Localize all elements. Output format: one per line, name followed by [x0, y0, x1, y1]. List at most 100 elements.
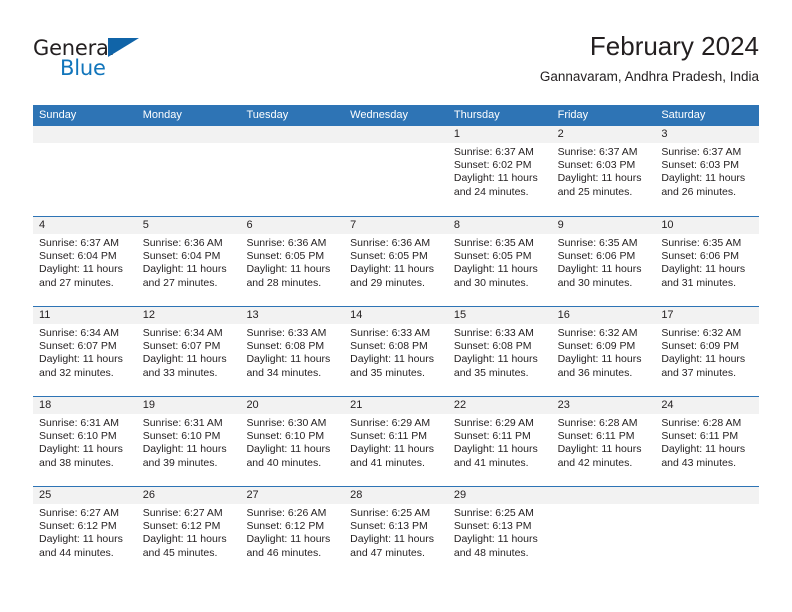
day-number-band: [344, 126, 448, 143]
day-number-band: 25: [33, 487, 137, 504]
day-number: 12: [142, 309, 155, 321]
day-cell[interactable]: 26 Sunrise: 6:27 AM Sunset: 6:12 PM Dayligh…: [136, 487, 241, 576]
weekday-header-row: Sunday Monday Tuesday Wednesday Thursday Frid…: [33, 105, 759, 126]
day-cell[interactable]: 28 Sunrise: 6:25 AM Sunset: 6:13 PM Dayligh…: [344, 487, 448, 576]
day-number-band: [33, 126, 137, 143]
daylight-text-line2: and 41 minutes.: [350, 456, 425, 469]
weekday-header-friday: Friday: [557, 109, 589, 121]
calendar-week-row: 1 Sunrise: 6:37 AM Sunset: 6:02 PM Daylight…: [33, 126, 760, 216]
day-cell[interactable]: 25 Sunrise: 6:27 AM Sunset: 6:12 PM Dayligh…: [33, 487, 137, 576]
daylight-text-line1: Daylight: 11 hours: [453, 353, 538, 366]
day-cell[interactable]: 11 Sunrise: 6:34 AM Sunset: 6:07 PM Dayligh…: [33, 307, 137, 396]
day-number: 16: [557, 309, 570, 321]
weekday-header-monday: Monday: [142, 109, 182, 121]
day-cell[interactable]: 18 Sunrise: 6:31 AM Sunset: 6:10 PM Dayligh…: [33, 397, 137, 486]
day-cell[interactable]: 24 Sunrise: 6:28 AM Sunset: 6:11 PM Dayligh…: [655, 397, 760, 486]
day-cell[interactable]: 2 Sunrise: 6:37 AM Sunset: 6:03 PM Daylight…: [551, 126, 656, 216]
day-number-band: 12: [136, 307, 241, 324]
day-number: 23: [557, 399, 570, 411]
day-cell[interactable]: 12 Sunrise: 6:34 AM Sunset: 6:07 PM Dayligh…: [136, 307, 241, 396]
day-cell[interactable]: 14 Sunrise: 6:33 AM Sunset: 6:08 PM Dayligh…: [344, 307, 448, 396]
daylight-text-line2: and 37 minutes.: [661, 366, 737, 379]
day-number-band: [655, 487, 760, 504]
general-blue-logo[interactable]: General Blue: [33, 36, 163, 88]
day-sun-info: Sunrise: 6:28 AM Sunset: 6:11 PM Daylight:…: [655, 414, 759, 470]
sunset-text: Sunset: 6:11 PM: [557, 430, 635, 443]
sunrise-text: Sunrise: 6:33 AM: [246, 327, 327, 339]
sunrise-text: Sunrise: 6:33 AM: [350, 327, 431, 339]
page-header: General Blue February 2024 Gannavaram, A…: [33, 30, 759, 98]
day-cell[interactable]: 29 Sunrise: 6:25 AM Sunset: 6:13 PM Dayligh…: [447, 487, 552, 576]
day-number-band: 10: [655, 217, 760, 234]
day-number-band: 4: [33, 217, 137, 234]
daylight-text-line1: Daylight: 11 hours: [453, 443, 538, 456]
calendar-week-row: 25 Sunrise: 6:27 AM Sunset: 6:12 PM Dayligh…: [33, 486, 760, 576]
daylight-text-line1: Daylight: 11 hours: [39, 353, 123, 366]
day-cell[interactable]: 4 Sunrise: 6:37 AM Sunset: 6:04 PM Daylight…: [33, 217, 137, 306]
day-number-band: [240, 126, 345, 143]
sunset-text: Sunset: 6:06 PM: [557, 250, 636, 263]
day-cell[interactable]: 23 Sunrise: 6:28 AM Sunset: 6:11 PM Dayligh…: [551, 397, 656, 486]
daylight-text-line2: and 36 minutes.: [557, 366, 633, 379]
sunset-text: Sunset: 6:04 PM: [142, 250, 221, 263]
sunset-text: Sunset: 6:13 PM: [453, 520, 532, 533]
day-number: 7: [350, 219, 357, 231]
day-number-band: 8: [447, 217, 552, 234]
daylight-text-line1: Daylight: 11 hours: [661, 263, 746, 276]
sunset-text: Sunset: 6:08 PM: [350, 340, 428, 353]
sunrise-text: Sunrise: 6:26 AM: [246, 507, 327, 519]
sunrise-text: Sunrise: 6:27 AM: [142, 507, 223, 519]
sunrise-text: Sunrise: 6:32 AM: [661, 327, 742, 339]
calendar-page: General Blue February 2024 Gannavaram, A…: [0, 0, 792, 612]
daylight-text-line2: and 40 minutes.: [246, 456, 322, 469]
daylight-text-line2: and 27 minutes.: [39, 276, 114, 289]
daylight-text-line1: Daylight: 11 hours: [453, 263, 538, 276]
day-cell[interactable]: 7 Sunrise: 6:36 AM Sunset: 6:05 PM Daylight…: [344, 217, 448, 306]
day-sun-info: Sunrise: 6:34 AM Sunset: 6:07 PM Daylight:…: [33, 324, 137, 380]
day-cell[interactable]: 22 Sunrise: 6:29 AM Sunset: 6:11 PM Dayligh…: [447, 397, 552, 486]
day-cell[interactable]: 27 Sunrise: 6:26 AM Sunset: 6:12 PM Dayligh…: [240, 487, 345, 576]
day-cell[interactable]: 10 Sunrise: 6:35 AM Sunset: 6:06 PM Dayligh…: [655, 217, 760, 306]
day-sun-info: Sunrise: 6:37 AM Sunset: 6:04 PM Daylight:…: [33, 234, 137, 290]
sunrise-text: Sunrise: 6:30 AM: [246, 417, 327, 429]
sunrise-text: Sunrise: 6:36 AM: [142, 237, 223, 249]
daylight-text-line2: and 33 minutes.: [142, 366, 218, 379]
daylight-text-line2: and 39 minutes.: [142, 456, 218, 469]
day-cell[interactable]: 6 Sunrise: 6:36 AM Sunset: 6:05 PM Daylight…: [240, 217, 345, 306]
day-cell[interactable]: 13 Sunrise: 6:33 AM Sunset: 6:08 PM Dayligh…: [240, 307, 345, 396]
title-block: February 2024 Gannavaram, Andhra Pradesh…: [540, 30, 759, 85]
day-number-band: 24: [655, 397, 760, 414]
day-cell-empty: [655, 487, 760, 576]
day-cell[interactable]: 20 Sunrise: 6:30 AM Sunset: 6:10 PM Dayligh…: [240, 397, 345, 486]
sunrise-text: Sunrise: 6:28 AM: [661, 417, 742, 429]
day-cell[interactable]: 21 Sunrise: 6:29 AM Sunset: 6:11 PM Dayligh…: [344, 397, 448, 486]
day-cell[interactable]: 1 Sunrise: 6:37 AM Sunset: 6:02 PM Daylight…: [447, 126, 552, 216]
day-cell[interactable]: 17 Sunrise: 6:32 AM Sunset: 6:09 PM Dayligh…: [655, 307, 760, 396]
day-cell[interactable]: 15 Sunrise: 6:33 AM Sunset: 6:08 PM Dayligh…: [447, 307, 552, 396]
day-number: 9: [557, 219, 564, 231]
day-cell[interactable]: 5 Sunrise: 6:36 AM Sunset: 6:04 PM Daylight…: [136, 217, 241, 306]
daylight-text-line1: Daylight: 11 hours: [246, 263, 331, 276]
day-cell[interactable]: 9 Sunrise: 6:35 AM Sunset: 6:06 PM Daylight…: [551, 217, 656, 306]
day-sun-info: Sunrise: 6:37 AM Sunset: 6:03 PM Daylight:…: [552, 143, 656, 199]
sunset-text: Sunset: 6:03 PM: [557, 159, 636, 172]
daylight-text-line2: and 29 minutes.: [350, 276, 425, 289]
daylight-text-line2: and 43 minutes.: [661, 456, 737, 469]
day-cell[interactable]: 19 Sunrise: 6:31 AM Sunset: 6:10 PM Dayligh…: [136, 397, 241, 486]
day-sun-info: Sunrise: 6:26 AM Sunset: 6:12 PM Daylight:…: [240, 504, 344, 560]
sunset-text: Sunset: 6:12 PM: [39, 520, 117, 533]
day-cell[interactable]: 8 Sunrise: 6:35 AM Sunset: 6:05 PM Daylight…: [447, 217, 552, 306]
daylight-text-line1: Daylight: 11 hours: [39, 263, 123, 276]
day-number-band: 20: [240, 397, 345, 414]
daylight-text-line1: Daylight: 11 hours: [350, 443, 435, 456]
daylight-text-line1: Daylight: 11 hours: [661, 172, 746, 185]
day-number: 10: [661, 219, 674, 231]
calendar-weeks: 1 Sunrise: 6:37 AM Sunset: 6:02 PM Daylight…: [33, 126, 760, 576]
day-cell[interactable]: 16 Sunrise: 6:32 AM Sunset: 6:09 PM Dayligh…: [551, 307, 656, 396]
day-number-band: 11: [33, 307, 137, 324]
day-cell[interactable]: 3 Sunrise: 6:37 AM Sunset: 6:03 PM Daylight…: [655, 126, 760, 216]
day-cell-empty: [136, 126, 241, 216]
calendar-week-row: 11 Sunrise: 6:34 AM Sunset: 6:07 PM Dayligh…: [33, 306, 760, 396]
daylight-text-line2: and 30 minutes.: [453, 276, 529, 289]
day-number: 6: [246, 219, 253, 231]
